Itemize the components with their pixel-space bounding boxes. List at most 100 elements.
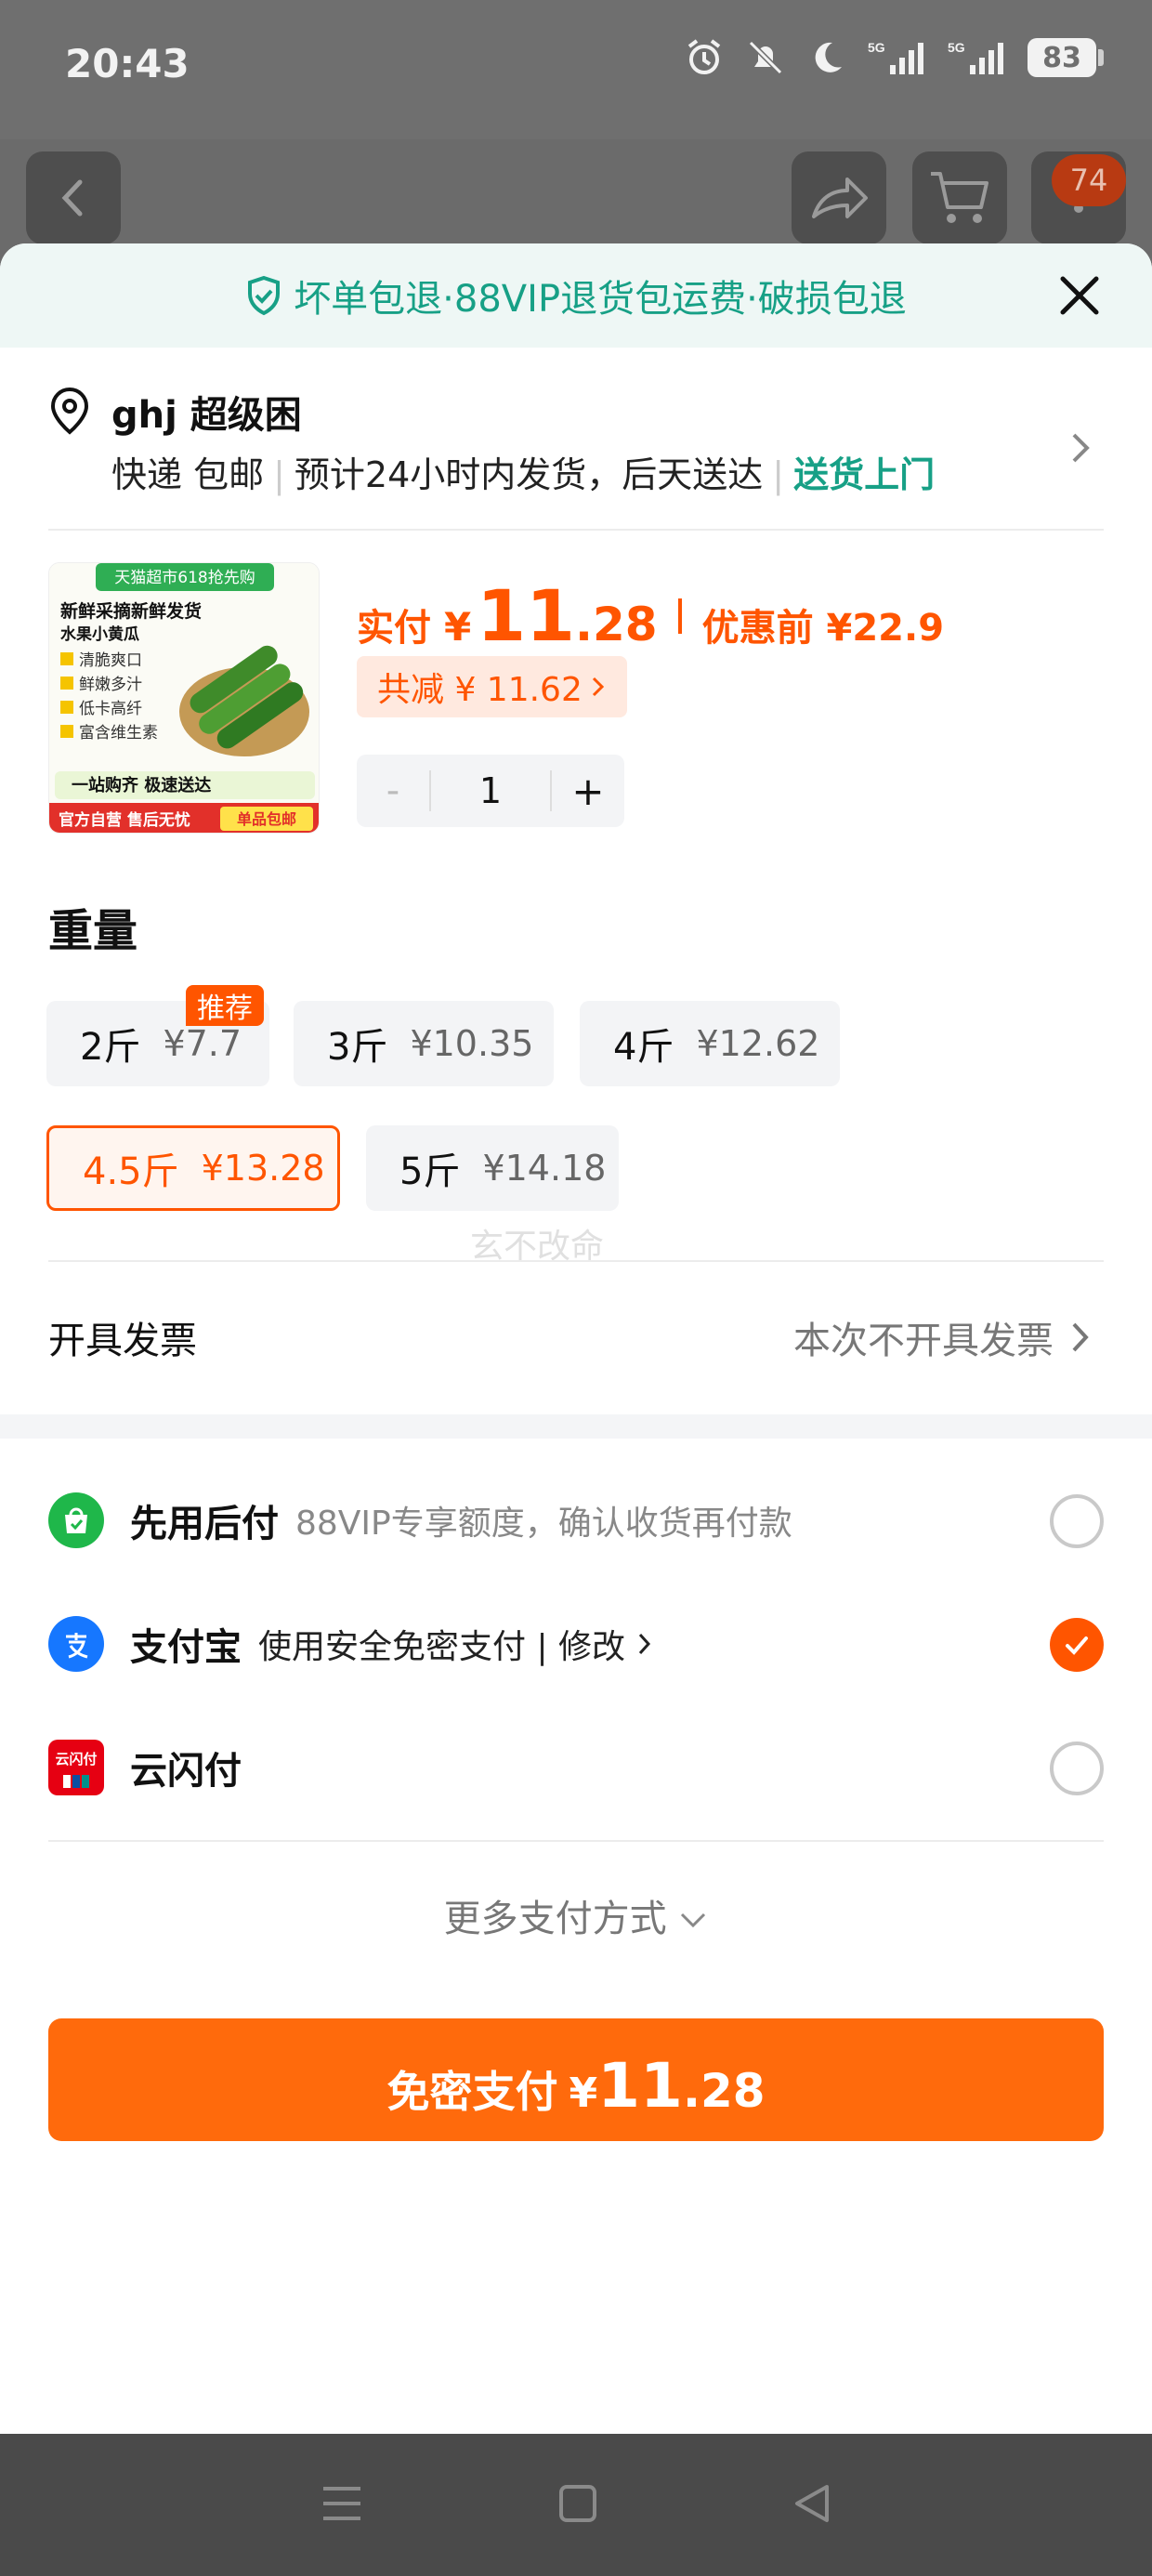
signal-5g-icon: 5G <box>868 37 927 78</box>
shield-check-icon <box>248 275 281 316</box>
share-icon <box>812 177 868 218</box>
price-integer: 11 <box>477 574 575 657</box>
menu-nav-button[interactable] <box>320 2483 364 2528</box>
weight-option-3jin[interactable]: 3斤 ¥10.35 <box>294 1001 554 1086</box>
delivery-eta: 预计24小时内发货，后天送达 <box>294 454 764 495</box>
pay-label: 实付 <box>357 607 431 650</box>
weight-option-4jin[interactable]: 4斤 ¥12.62 <box>580 1001 840 1086</box>
close-button[interactable] <box>1054 269 1106 322</box>
pay-button-integer: 11 <box>597 2050 683 2122</box>
address-name: ghj 超级困 <box>111 394 302 437</box>
price-row: 实付 ¥ 11 .28 优惠前 ¥22.9 <box>357 574 944 657</box>
payment-desc: 88VIP专享额度，确认收货再付款 <box>295 1505 792 1543</box>
pay-button-currency: ¥ <box>569 2070 598 2117</box>
payment-name: 支付宝 <box>130 1626 242 1669</box>
svg-text:5G: 5G <box>868 40 885 55</box>
location-pin-icon <box>50 387 89 435</box>
shipping-info: 快递 包邮 | 预计24小时内发货，后天送达 | 送货上门 <box>111 454 936 495</box>
alarm-icon <box>684 37 725 78</box>
payment-radio-selected[interactable] <box>1050 1618 1104 1672</box>
weight-option-5jin[interactable]: 5斤 ¥14.18 <box>366 1125 619 1211</box>
promo-line: 一站购齐 极速送达 <box>72 775 211 795</box>
svg-text:5G: 5G <box>948 40 965 55</box>
option-label: 4.5斤 <box>83 1150 179 1193</box>
invoice-value: 本次不开具发票 <box>793 1320 1054 1362</box>
status-bar: 20:43 5G 5G 83 <box>0 0 1152 139</box>
product-subline: 水果小黄瓜 <box>60 624 139 644</box>
pay-button-text: 免密支付 <box>386 2067 558 2117</box>
feature-2: 鲜嫩多汁 <box>79 676 142 694</box>
discount-text: 共减 ¥ 11.62 <box>377 671 583 709</box>
close-icon <box>1060 276 1099 315</box>
original-price: 优惠前 ¥22.9 <box>701 607 945 650</box>
decrease-button[interactable]: - <box>357 769 429 812</box>
square-home-icon <box>559 2484 596 2522</box>
option-price: ¥10.35 <box>410 1023 534 1064</box>
triangle-back-icon <box>795 2484 829 2522</box>
option-label: 3斤 <box>327 1026 388 1069</box>
feature-4: 富含维生素 <box>79 724 158 743</box>
signal-5g-icon-2: 5G <box>948 37 1007 78</box>
pay-later-icon <box>48 1492 104 1548</box>
recommend-badge: 推荐 <box>186 985 264 1026</box>
chevron-left-icon <box>61 179 83 217</box>
option-price: ¥7.7 <box>163 1023 242 1064</box>
price-decimal: .28 <box>575 598 658 651</box>
discount-badge[interactable]: 共减 ¥ 11.62 <box>357 656 627 717</box>
back-button[interactable] <box>26 151 121 244</box>
payment-desc[interactable]: 使用安全免密支付 | 修改 <box>258 1620 625 1668</box>
option-price: ¥14.18 <box>482 1148 607 1189</box>
share-button[interactable] <box>792 151 886 244</box>
check-icon <box>1066 1636 1088 1655</box>
increase-button[interactable]: + <box>552 769 624 814</box>
weight-title: 重量 <box>48 905 138 957</box>
payment-option-unionpay[interactable]: 云闪付 云闪付 <box>48 1730 1104 1805</box>
product-image[interactable]: 天猫超市618抢先购 新鲜采摘新鲜发货 水果小黄瓜 清脆爽口 鲜嫩多汁 低卡高纤… <box>48 562 320 834</box>
confirm-pay-button[interactable]: 免密支付 ¥ 11 .28 <box>48 2018 1104 2141</box>
unionpay-icon: 云闪付 <box>48 1740 104 1795</box>
feature-3: 低卡高纤 <box>79 700 142 718</box>
payment-option-pay-later[interactable]: 先用后付 88VIP专享额度，确认收货再付款 <box>48 1483 1104 1557</box>
divider <box>48 1840 1104 1842</box>
divider <box>48 529 1104 531</box>
free-shipping-tag: 单品包邮 <box>237 810 296 828</box>
guarantee-text: 坏单包退·88VIP退货包运费·破损包退 <box>294 278 907 321</box>
guarantee-banner: 坏单包退·88VIP退货包运费·破损包退 <box>0 243 1152 348</box>
payment-radio[interactable] <box>1050 1741 1104 1795</box>
status-time: 20:43 <box>65 41 190 86</box>
invoice-label: 开具发票 <box>48 1320 197 1362</box>
quantity-value[interactable]: 1 <box>429 770 552 811</box>
chevron-right-icon <box>1072 433 1090 463</box>
chevron-right-icon <box>638 1633 651 1655</box>
more-payments-button[interactable]: 更多支付方式 <box>0 1888 1152 1942</box>
price-separator <box>677 598 682 634</box>
product-headline: 新鲜采摘新鲜发货 <box>60 600 202 622</box>
section-gap <box>0 1414 1152 1439</box>
shipping-method: 快递 包邮 <box>111 454 265 495</box>
chevron-right-icon <box>592 677 604 697</box>
home-nav-button[interactable] <box>557 2483 598 2528</box>
option-price: ¥12.62 <box>696 1023 820 1064</box>
address-section[interactable]: ghj 超级困 快递 包邮 | 预计24小时内发货，后天送达 | 送货上门 <box>48 385 1104 496</box>
invoice-selector[interactable]: 本次不开具发票 <box>793 1310 1091 1364</box>
weight-option-4-5jin[interactable]: 4.5斤 ¥13.28 <box>46 1125 340 1211</box>
cart-badge: 74 <box>1052 154 1126 206</box>
quantity-stepper: - 1 + <box>357 755 624 827</box>
payment-radio[interactable] <box>1050 1494 1104 1548</box>
menu-icon <box>323 2486 360 2520</box>
option-label: 2斤 <box>80 1026 141 1069</box>
chevron-down-icon <box>681 1912 706 1928</box>
alipay-icon <box>48 1616 104 1672</box>
official-line: 官方自营 售后无忧 <box>59 810 190 830</box>
delivery-type: 送货上门 <box>793 454 936 495</box>
product-tag-text: 天猫超市618抢先购 <box>114 569 255 587</box>
moon-icon <box>806 37 847 78</box>
cart-button[interactable] <box>912 151 1007 244</box>
back-nav-button[interactable] <box>792 2483 832 2528</box>
chevron-right-icon <box>1072 1322 1089 1352</box>
payment-name: 云闪付 <box>130 1750 242 1793</box>
payment-option-alipay[interactable]: 支付宝 使用安全免密支付 | 修改 <box>48 1607 1104 1681</box>
payment-name: 先用后付 <box>130 1503 279 1545</box>
divider <box>48 1260 1104 1262</box>
status-icons: 5G 5G 83 <box>684 37 1104 78</box>
